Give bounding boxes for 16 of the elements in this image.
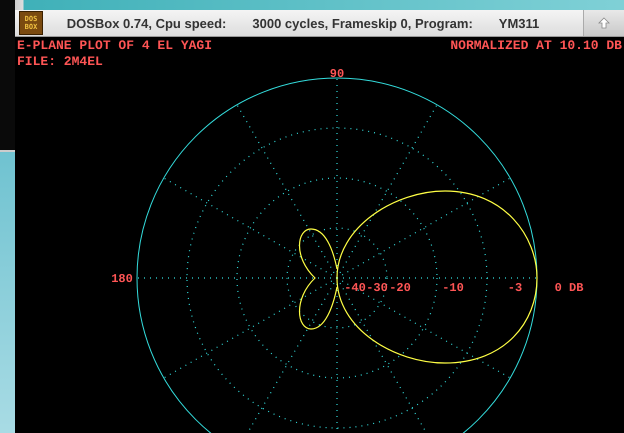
db-label: -30: [366, 281, 388, 295]
plot-title: E-PLANE PLOT OF 4 EL YAGI: [17, 38, 212, 53]
db-label: -10: [442, 281, 464, 295]
angle-label: 180: [111, 272, 133, 286]
db-label: -40: [344, 281, 366, 295]
window-title: 3000 cycles, Frameskip 0, Program:: [252, 16, 473, 30]
db-label: -20: [389, 281, 411, 295]
normalization-note: NORMALIZED AT 10.10 DB: [450, 38, 622, 53]
db-label: 0 DB: [554, 281, 584, 295]
window-title: DOSBox 0.74, Cpu speed:: [66, 16, 226, 30]
file-name: FILE: 2M4EL: [17, 54, 103, 69]
angle-label: 90: [330, 67, 344, 81]
db-label: -3: [508, 281, 522, 295]
maximize-button[interactable]: [583, 10, 624, 36]
window-title: YM311: [498, 16, 540, 30]
up-arrow-icon: [598, 17, 610, 29]
